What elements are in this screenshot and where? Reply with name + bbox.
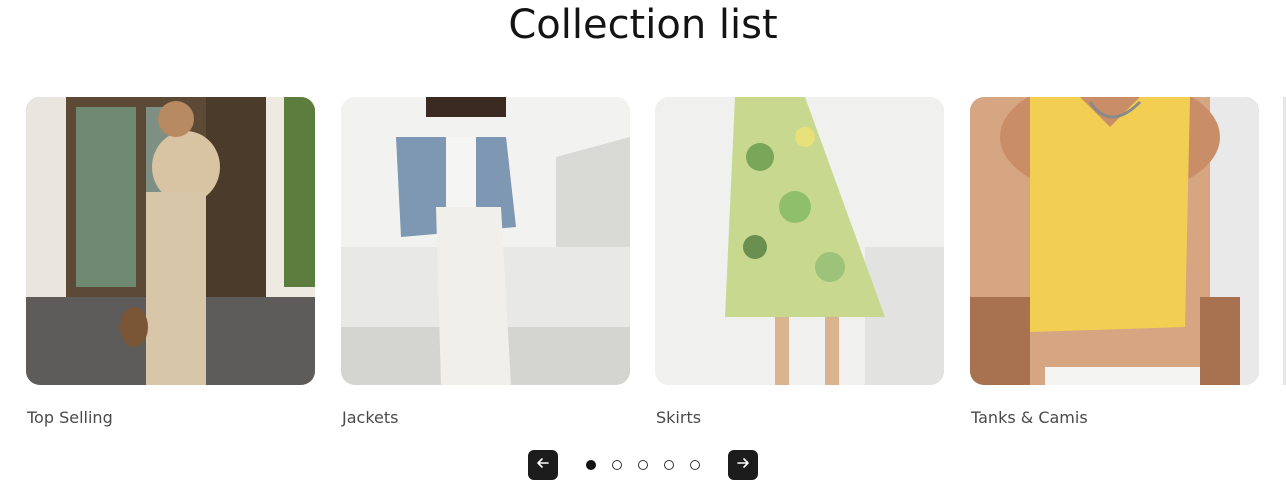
pagination-dot[interactable] — [612, 460, 622, 470]
collection-card-top-selling[interactable]: Top Selling — [26, 97, 315, 427]
collection-label[interactable]: Jackets — [342, 408, 398, 427]
collection-image-top-selling[interactable] — [26, 97, 315, 385]
pagination-dot[interactable] — [690, 460, 700, 470]
pagination-dot[interactable] — [586, 460, 596, 470]
carousel-pagination-dots — [586, 460, 700, 470]
collection-card-skirts[interactable]: Skirts — [655, 97, 944, 427]
pagination-dot[interactable] — [638, 460, 648, 470]
arrow-right-icon — [736, 456, 750, 475]
collection-image-jackets[interactable] — [341, 97, 630, 385]
collection-carousel: Top Selling Jackets Skirts Tanks & Camis — [0, 97, 1286, 437]
carousel-prev-button[interactable] — [528, 450, 558, 480]
section-title: Collection list — [508, 2, 778, 48]
collection-card-tanks-camis[interactable]: Tanks & Camis — [970, 97, 1259, 427]
collection-label[interactable]: Top Selling — [27, 408, 113, 427]
collection-image-skirts[interactable] — [655, 97, 944, 385]
collection-label[interactable]: Tanks & Camis — [971, 408, 1088, 427]
collection-image-tanks-camis[interactable] — [970, 97, 1259, 385]
collection-label[interactable]: Skirts — [656, 408, 701, 427]
arrow-left-icon — [536, 456, 550, 475]
carousel-next-button[interactable] — [728, 450, 758, 480]
pagination-dot[interactable] — [664, 460, 674, 470]
collection-card-jackets[interactable]: Jackets — [341, 97, 630, 427]
